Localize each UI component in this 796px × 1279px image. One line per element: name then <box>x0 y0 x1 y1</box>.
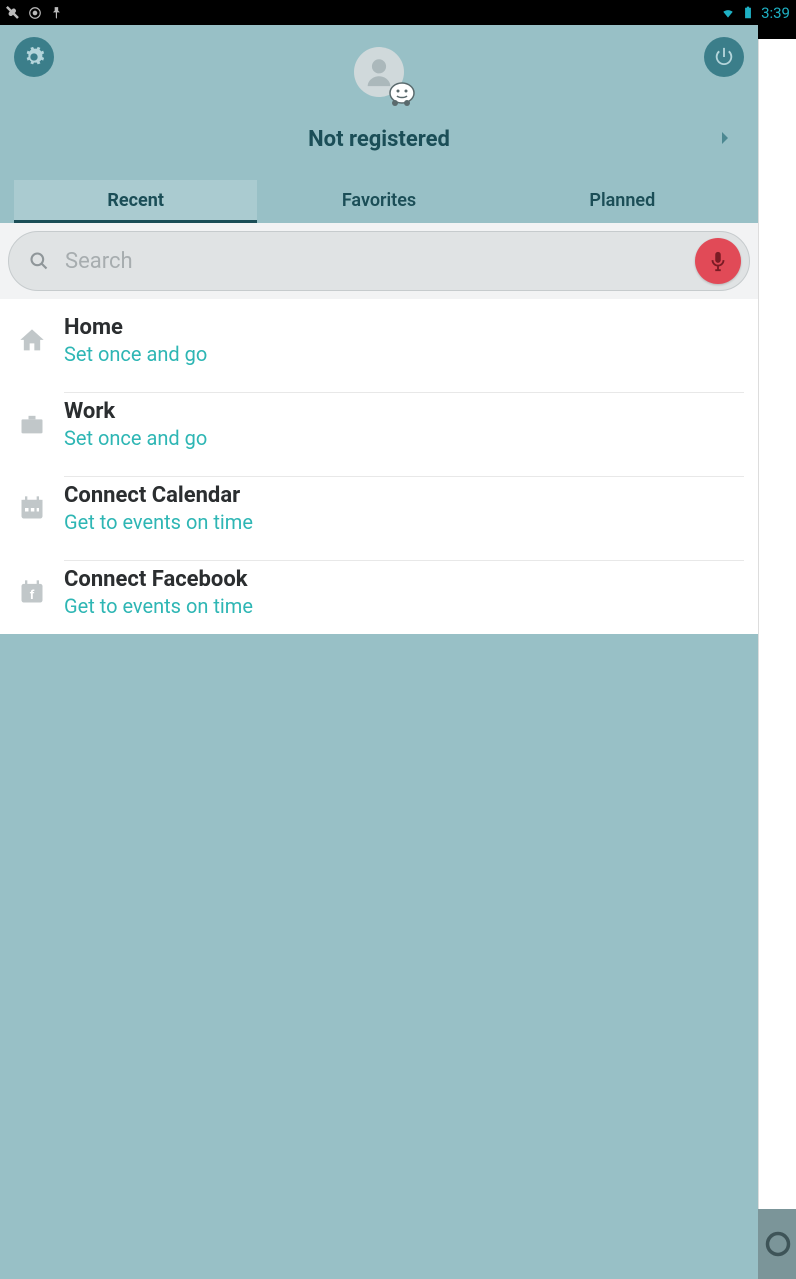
battery-icon <box>741 6 755 20</box>
facebook-calendar-icon: f <box>18 578 46 606</box>
chevron-right-icon <box>716 129 734 147</box>
gear-icon <box>23 46 45 68</box>
voice-search-button[interactable] <box>695 238 741 284</box>
search-region <box>0 223 758 299</box>
pin-icon <box>50 6 64 20</box>
waze-badge-icon <box>386 81 416 107</box>
profile-chevron[interactable] <box>716 129 734 151</box>
item-subtitle: Set once and go <box>64 426 744 450</box>
background-sliver <box>758 25 796 1279</box>
app-shell: Not registered Recent Favorites Planned … <box>0 25 758 1279</box>
power-icon <box>713 46 735 68</box>
item-title: Connect Calendar <box>64 483 744 508</box>
item-subtitle: Set once and go <box>64 342 744 366</box>
list-item-facebook[interactable]: f Connect Facebook Get to events on time <box>0 550 758 634</box>
item-subtitle: Get to events on time <box>64 510 744 534</box>
item-title: Work <box>64 399 744 424</box>
search-bar[interactable] <box>8 231 750 291</box>
profile-title: Not registered <box>308 127 450 152</box>
search-icon <box>29 251 49 271</box>
svg-text:f: f <box>30 588 35 603</box>
background-sliver-bottom <box>758 1209 796 1279</box>
list-item-work[interactable]: Work Set once and go <box>0 382 758 466</box>
wrench-icon <box>6 6 20 20</box>
status-bar: 3:39 <box>0 0 796 25</box>
profile-area[interactable]: Not registered <box>14 47 744 152</box>
list-item-calendar[interactable]: Connect Calendar Get to events on time <box>0 466 758 550</box>
microphone-icon <box>707 250 729 272</box>
location-icon <box>28 6 42 20</box>
list-item-home[interactable]: Home Set once and go <box>0 299 758 382</box>
item-title: Connect Facebook <box>64 567 744 592</box>
settings-button[interactable] <box>14 37 54 77</box>
tab-planned[interactable]: Planned <box>501 180 744 223</box>
item-subtitle: Get to events on time <box>64 594 744 618</box>
tab-recent[interactable]: Recent <box>14 180 257 223</box>
partial-icon <box>764 1230 792 1258</box>
item-title: Home <box>64 315 744 340</box>
wifi-icon <box>721 6 735 20</box>
tabs: Recent Favorites Planned <box>14 180 744 223</box>
power-button[interactable] <box>704 37 744 77</box>
status-clock: 3:39 <box>761 4 790 22</box>
calendar-icon <box>18 494 46 522</box>
destination-list: Home Set once and go Work Set once and g… <box>0 299 758 634</box>
background-sliver-top <box>758 25 796 39</box>
tab-favorites[interactable]: Favorites <box>257 180 500 223</box>
search-input[interactable] <box>65 249 695 274</box>
briefcase-icon <box>18 410 46 438</box>
home-icon <box>18 327 46 355</box>
header: Not registered Recent Favorites Planned <box>0 25 758 223</box>
